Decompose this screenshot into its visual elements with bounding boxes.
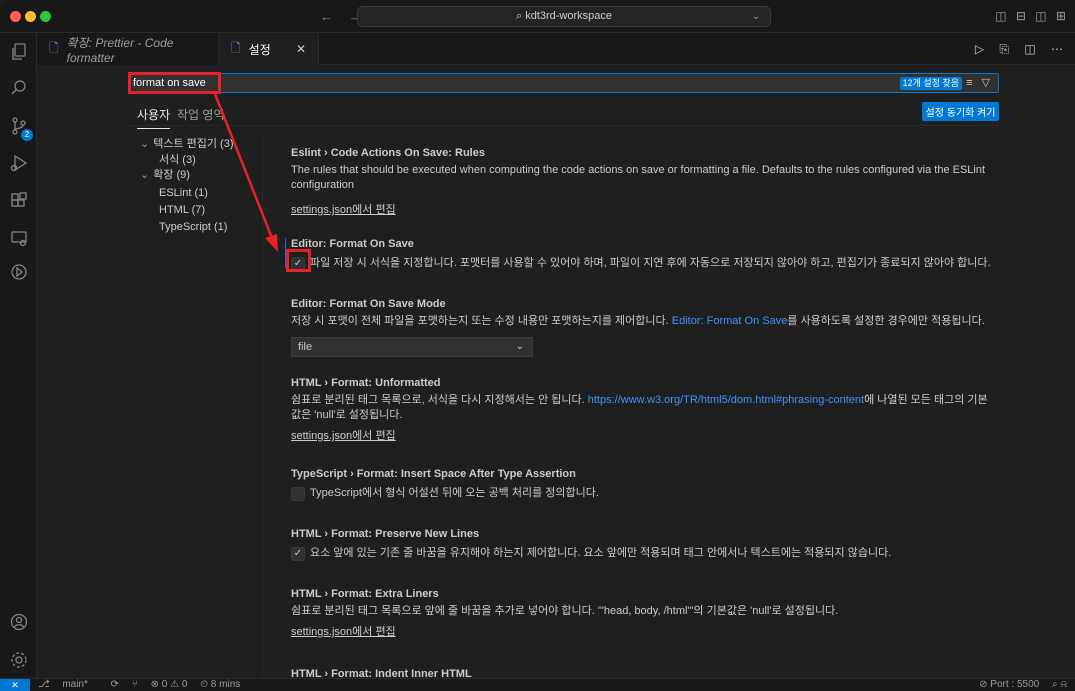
port-indicator[interactable]: ⊘ Port : 5500 — [979, 679, 1039, 690]
setting-title: HTML › Format: Preserve New Lines — [291, 528, 480, 540]
edit-in-settings-json-link[interactable]: settings.json에서 편집 — [291, 429, 991, 444]
result-count-badge: 12개 설정 찾음 — [899, 77, 962, 90]
status-right: ⊘ Port : 5500 ⌕ ⍾ — [969, 679, 1067, 691]
search-input[interactable] — [133, 74, 733, 92]
toc-label: 서식 (3) — [159, 154, 196, 166]
setting-format-on-save: Editor: Format On Save ✓ 파일 저장 시 서식을 지정합… — [291, 237, 991, 271]
remote-indicator[interactable]: ✕ — [0, 679, 30, 691]
setting-checkbox-row: TypeScript에서 형식 어설션 뒤에 오는 공백 처리를 정의합니다. — [291, 486, 991, 501]
chevron-down-icon: ⌄ — [140, 138, 150, 150]
toc-item-text-editor[interactable]: ⌄ 텍스트 편집기 (3) — [140, 137, 234, 151]
source-control-icon[interactable]: 2 — [0, 109, 37, 143]
run-debug-icon[interactable] — [0, 146, 37, 180]
edit-in-settings-json-link[interactable]: settings.json에서 편집 — [291, 203, 991, 218]
file-icon: 🗋 — [49, 40, 59, 55]
setting-description: 쉼표로 분리된 태그 목록으로 앞에 줄 바꿈을 추가로 넣어야 합니다. '"… — [291, 605, 839, 617]
tab-label: 설정 — [248, 42, 271, 57]
sync-icon[interactable]: ⟳ — [111, 679, 119, 690]
tab-label: 확장: Prettier - Code formatter — [66, 35, 174, 65]
search-icon[interactable] — [0, 71, 37, 105]
minimize-window-button[interactable] — [25, 11, 36, 22]
layout-controls[interactable]: ◫ ⊟ ◫ ⊞ — [995, 9, 1069, 23]
setting-html-unformatted: HTML › Format: Unformatted 쉼표로 분리된 태그 목록… — [291, 376, 991, 444]
setting-link[interactable]: https://www.w3.org/TR/html5/dom.html#phr… — [588, 394, 864, 406]
settings-sync-button[interactable]: 설정 동기화 켜기 — [922, 102, 999, 121]
setting-html-extra-liners: HTML › Format: Extra Liners 쉼표로 분리된 태그 목… — [291, 587, 991, 640]
editor-tabs: 🗋 확장: Prettier - Code formatter 🗋 설정 ✕ ▷… — [37, 33, 1075, 65]
toc-item-formatting[interactable]: 서식 (3) — [159, 153, 196, 167]
toc-label: 확장 (9) — [153, 169, 190, 181]
remote-explorer-icon[interactable] — [0, 221, 37, 255]
setting-title: Editor: Format On Save Mode — [291, 298, 446, 310]
insert-space-checkbox[interactable] — [291, 486, 305, 501]
settings-search: 12개 설정 찾음 ≡ ▽ — [128, 73, 999, 93]
chevron-down-icon: ⌄ — [751, 11, 760, 22]
branch-icon: ⎇ — [38, 679, 53, 690]
live-share-icon[interactable] — [0, 255, 37, 289]
editor-actions[interactable]: ▷ ⎘ ◫ ⋯ — [975, 42, 1069, 57]
search-icon: ⌕ — [515, 10, 526, 22]
chevron-down-icon: ⌄ — [515, 341, 524, 352]
close-icon[interactable]: ✕ — [296, 42, 306, 56]
explorer-icon[interactable] — [0, 35, 37, 69]
toc-item-eslint[interactable]: ESLint (1) — [159, 186, 208, 200]
workspace-title: kdt3rd-workspace — [525, 10, 613, 22]
command-center[interactable]: ⌕ kdt3rd-workspace ⌄ — [357, 6, 771, 27]
time-indicator[interactable]: ⏲ 8 mins — [200, 679, 240, 690]
toc-item-extensions[interactable]: ⌄ 확장 (9) — [140, 168, 190, 182]
problems-indicator[interactable]: ⊗ 0 ⚠ 0 — [151, 679, 188, 690]
setting-description: 요소 앞에 있는 기존 줄 바꿈을 유지해야 하는지 제어합니다. 요소 앞에만… — [310, 547, 892, 559]
file-icon: 🗋 — [231, 40, 241, 55]
maximize-window-button[interactable] — [40, 11, 51, 22]
vscode-window: ← → ⌕ kdt3rd-workspace ⌄ ◫ ⊟ ◫ ⊞ 2 🗋 확장:… — [0, 0, 1075, 691]
setting-checkbox-row: ✓ 파일 저장 시 서식을 지정합니다. 포맷터를 사용할 수 있어야 하며, … — [291, 256, 991, 271]
toc-label: 텍스트 편집기 (3) — [153, 138, 234, 150]
setting-title: HTML › Format: Extra Liners — [291, 588, 439, 600]
setting-title: TypeScript › Format: Insert Space After … — [291, 468, 576, 480]
toc-label: HTML (7) — [159, 204, 206, 216]
setting-title: HTML › Format: Unformatted — [291, 377, 441, 389]
annotation-highlight-search — [128, 72, 221, 94]
account-icon[interactable] — [0, 605, 37, 639]
setting-description: 파일 저장 시 서식을 지정합니다. 포맷터를 사용할 수 있어야 하며, 파일… — [310, 257, 991, 269]
divider — [262, 137, 263, 677]
tab-prettier-extension[interactable]: 🗋 확장: Prettier - Code formatter — [37, 33, 219, 65]
setting-eslint-code-actions: Eslint › Code Actions On Save: Rules The… — [291, 146, 991, 218]
setting-description: 저장 시 포맷이 전체 파일을 포맷하는지 또는 수정 내용만 포맷하는지를 제… — [291, 315, 985, 327]
toc-label: TypeScript (1) — [159, 221, 228, 233]
activity-bar: 2 — [0, 33, 37, 678]
setting-title: Eslint › Code Actions On Save: Rules — [291, 147, 485, 159]
git-icon[interactable]: ⑂ — [132, 679, 138, 690]
status-left: ⎇ main* ⟳ ⑂ ⊗ 0 ⚠ 0 ⏲ 8 mins — [38, 679, 250, 691]
extensions-icon[interactable] — [0, 184, 37, 218]
setting-html-preserve-new-lines: HTML › Format: Preserve New Lines ✓ 요소 앞… — [291, 527, 991, 561]
setting-checkbox-row: ✓ 요소 앞에 있는 기존 줄 바꿈을 유지해야 하는지 제어합니다. 요소 앞… — [291, 546, 991, 561]
setting-description: 쉼표로 분리된 태그 목록으로, 서식을 다시 지정해서는 안 됩니다. htt… — [291, 394, 988, 421]
notification-icon[interactable]: ⌕ ⍾ — [1052, 679, 1067, 690]
setting-ts-insert-space: TypeScript › Format: Insert Space After … — [291, 467, 991, 501]
gear-icon[interactable] — [0, 643, 37, 677]
chevron-down-icon: ⌄ — [140, 169, 150, 181]
title-bar: ← → ⌕ kdt3rd-workspace ⌄ ◫ ⊟ ◫ ⊞ — [0, 0, 1075, 33]
branch-indicator[interactable]: ⎇ main* — [38, 679, 98, 690]
tab-workspace-settings[interactable]: 작업 영역 — [177, 106, 225, 123]
edit-in-settings-json-link[interactable]: settings.json에서 편집 — [291, 625, 991, 640]
close-window-button[interactable] — [10, 11, 21, 22]
preserve-new-lines-checkbox[interactable]: ✓ — [291, 546, 305, 561]
setting-title: Editor: Format On Save — [291, 238, 414, 250]
toc-item-html[interactable]: HTML (7) — [159, 203, 205, 217]
setting-format-on-save-mode: Editor: Format On Save Mode 저장 시 포맷이 전체 … — [291, 297, 991, 357]
annotation-highlight-checkbox — [286, 249, 311, 272]
format-on-save-mode-select[interactable]: file ⌄ — [291, 337, 533, 357]
tab-settings[interactable]: 🗋 설정 ✕ — [219, 33, 319, 65]
setting-link[interactable]: Editor: Format On Save — [672, 315, 788, 327]
toc-label: ESLint (1) — [159, 187, 208, 199]
setting-description: The rules that should be executed when c… — [291, 164, 986, 191]
divider — [128, 125, 999, 126]
scm-badge: 2 — [21, 129, 33, 141]
setting-description: TypeScript에서 형식 어설션 뒤에 오는 공백 처리를 정의합니다. — [310, 487, 599, 499]
toc-item-typescript[interactable]: TypeScript (1) — [159, 220, 227, 234]
status-bar: ✕ ⎇ main* ⟳ ⑂ ⊗ 0 ⚠ 0 ⏲ 8 mins ⊘ Port : … — [0, 678, 1075, 691]
filter-icon[interactable]: ≡ ▽ — [966, 76, 993, 89]
